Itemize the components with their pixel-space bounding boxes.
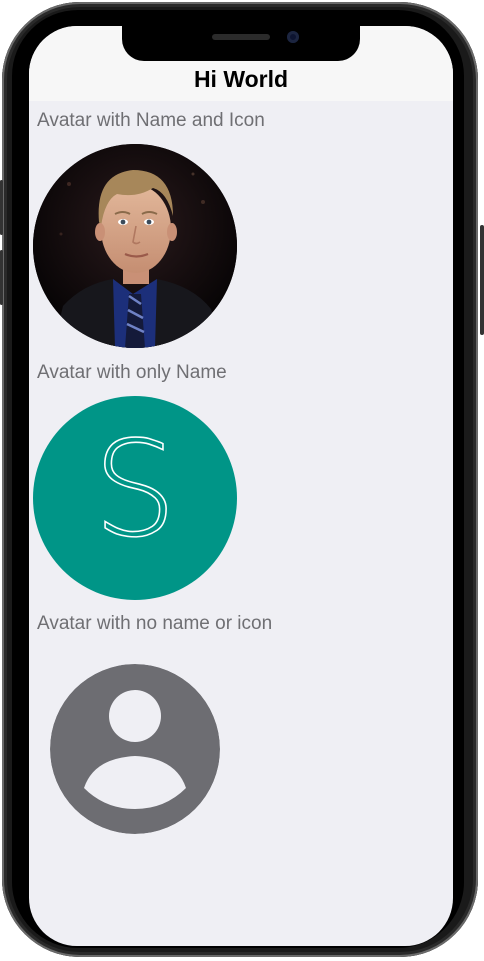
avatar-initial[interactable]: S [33, 396, 237, 600]
volume-button-up [0, 180, 3, 235]
home-indicator-area [29, 916, 453, 946]
speaker-grille [212, 34, 270, 40]
person-placeholder-icon [50, 664, 220, 834]
section-label-no-name-or-icon: Avatar with no name or icon [37, 613, 273, 634]
front-camera [287, 31, 299, 43]
avatar-initial-letter: S [92, 413, 177, 567]
volume-button-down [0, 250, 3, 305]
phone-frame: Hi World Avatar with Name and Icon Avata… [0, 0, 484, 961]
device-notch [122, 20, 360, 61]
avatar-placeholder[interactable] [50, 664, 220, 834]
side-button [480, 225, 484, 335]
app-screen: Hi World Avatar with Name and Icon Avata… [29, 26, 453, 946]
section-label-name-and-icon: Avatar with Name and Icon [37, 110, 265, 131]
avatar-photo[interactable] [33, 144, 237, 348]
nav-title: Hi World [193, 66, 289, 92]
section-label-only-name: Avatar with only Name [37, 362, 227, 383]
avatar-photo-image [33, 144, 237, 348]
